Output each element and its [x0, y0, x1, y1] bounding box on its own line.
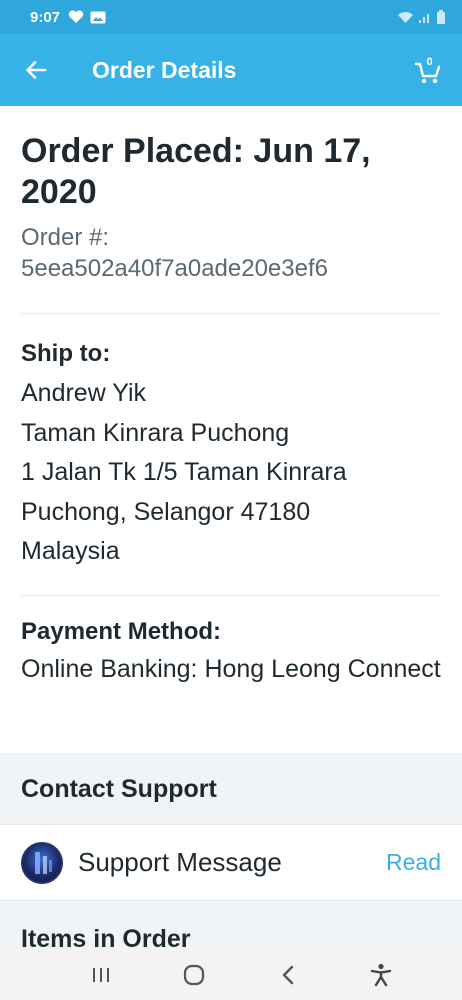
order-details-content[interactable]: Order Placed: Jun 17, 2020 Order #: 5eea…	[0, 106, 462, 950]
battery-icon	[437, 9, 445, 24]
shipping-address: Andrew Yik Taman Kinrara Puchong 1 Jalan…	[21, 374, 441, 572]
address-line: 1 Jalan Tk 1/5 Taman Kinrara	[21, 458, 347, 486]
order-number-label: Order #:	[21, 224, 110, 251]
support-message-row[interactable]: Support Message Read	[0, 825, 462, 901]
address-line: Andrew Yik	[21, 379, 147, 407]
status-bar: 9:07	[0, 0, 462, 34]
payment-section: Payment Method: Online Banking: Hong Leo…	[0, 596, 462, 753]
home-button[interactable]	[174, 955, 214, 995]
heart-icon	[68, 10, 84, 23]
signal-icon	[419, 13, 429, 23]
items-in-order-header: Items in Order	[0, 901, 462, 950]
status-icons-left	[68, 10, 106, 24]
page-title: Order Details	[92, 56, 237, 83]
address-line: Malaysia	[21, 537, 120, 565]
shipping-section: Ship to: Andrew Yik Taman Kinrara Puchon…	[0, 314, 462, 595]
read-link[interactable]: Read	[386, 849, 441, 876]
payment-method-value: Online Banking: Hong Leong Connect	[21, 655, 441, 683]
support-avatar-icon	[35, 851, 52, 874]
items-in-order-title: Items in Order	[21, 925, 191, 950]
recent-apps-button[interactable]	[81, 955, 121, 995]
order-number-value: 5eea502a40f7a0ade20e3ef6	[21, 255, 328, 282]
status-time: 9:07	[30, 8, 61, 26]
arrow-left-icon	[26, 61, 47, 79]
status-icons-right	[397, 9, 446, 25]
cart-count: 0	[426, 56, 432, 68]
address-line: Puchong, Selangor 47180	[21, 497, 311, 526]
gallery-icon	[90, 11, 106, 23]
support-message-label: Support Message	[78, 847, 282, 877]
cart-icon: 0	[414, 56, 441, 84]
app-bar: Order Details 0	[0, 34, 462, 106]
back-icon	[282, 965, 293, 985]
order-number: Order #: 5eea502a40f7a0ade20e3ef6	[21, 222, 441, 284]
cart-button[interactable]: 0	[406, 48, 450, 92]
contact-support-title: Contact Support	[21, 774, 217, 803]
back-button[interactable]	[0, 34, 72, 106]
address-line: Taman Kinrara Puchong	[21, 418, 290, 447]
wifi-icon	[398, 11, 413, 23]
order-summary: Order Placed: Jun 17, 2020 Order #: 5eea…	[0, 106, 462, 313]
payment-method-label: Payment Method:	[21, 618, 222, 645]
contact-support-header: Contact Support	[0, 753, 462, 825]
ship-to-label: Ship to:	[21, 340, 111, 367]
recent-apps-icon	[92, 968, 109, 982]
system-nav-bar	[0, 950, 462, 1000]
avatar	[21, 841, 63, 884]
back-nav-button[interactable]	[268, 955, 308, 995]
accessibility-icon	[371, 963, 392, 987]
home-icon	[184, 964, 205, 986]
order-placed-title: Order Placed: Jun 17, 2020	[21, 132, 371, 211]
accessibility-button[interactable]	[361, 955, 401, 995]
support-band: Contact Support Support Message Read Ite…	[0, 753, 462, 950]
